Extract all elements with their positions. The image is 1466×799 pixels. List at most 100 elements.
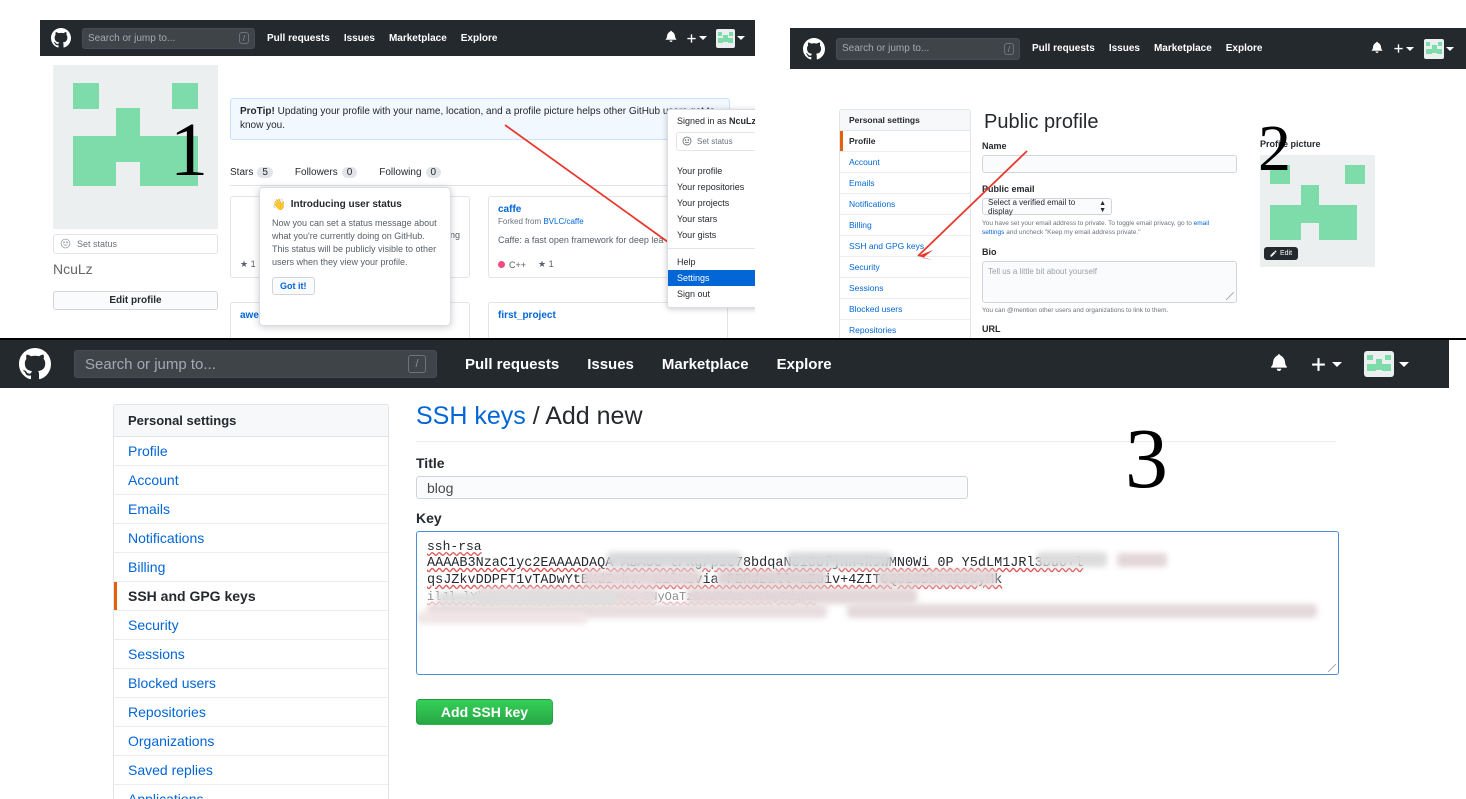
page-title: Public profile [984, 111, 1099, 133]
sidebar-item-emails[interactable]: Emails [840, 173, 970, 194]
avatar-identicon[interactable] [1364, 351, 1409, 377]
nav-marketplace[interactable]: Marketplace [662, 356, 749, 373]
sidebar-item-notifications[interactable]: Notifications [840, 194, 970, 215]
panel-public-profile-settings: Search or jump to... / Pull requests Iss… [790, 28, 1466, 338]
select-arrows-icon: ▲ ▼ [1099, 199, 1106, 214]
search-input[interactable]: Search or jump to... / [74, 350, 437, 378]
stat-stars[interactable]: Stars 5 [230, 167, 273, 178]
edit-avatar-button[interactable]: Edit [1264, 247, 1299, 260]
set-status-button[interactable]: Set status [53, 234, 218, 254]
nav-issues[interactable]: Issues [587, 356, 634, 373]
bell-icon[interactable] [665, 29, 677, 47]
panel-divider-top [0, 0, 1466, 20]
email-privacy-note: You have set your email address to priva… [982, 220, 1210, 236]
profile-username: NcuLz [53, 261, 93, 277]
menu-item-your-profile[interactable]: Your profile [668, 163, 755, 179]
protip-text: Updating your profile with your name, lo… [240, 106, 716, 131]
sidebar-item-blocked-users[interactable]: Blocked users [840, 299, 970, 320]
page-title-rest: / Add new [525, 402, 643, 430]
bio-textarea[interactable]: Tell us a little bit about yourself [982, 261, 1237, 303]
repo-language: C++ [498, 260, 526, 270]
profile-stats-bar: Stars 5 Followers 0 Following 0 [230, 160, 730, 186]
dropdown-set-status-button[interactable]: Set status [676, 132, 755, 151]
key-textarea[interactable]: ssh-rsa AAAAB3NzaC1yc2EAAAADAQA ABAOC tP… [416, 531, 1339, 675]
sidebar-item-account[interactable]: Account [840, 152, 970, 173]
search-input[interactable]: Search or jump to... / [82, 27, 255, 49]
search-placeholder: Search or jump to... [85, 355, 216, 373]
title-value: blog [427, 479, 454, 496]
name-field[interactable] [982, 155, 1237, 173]
menu-item-settings[interactable]: Settings [668, 270, 755, 286]
panel-profile-page: Search or jump to... / Pull requests Iss… [40, 20, 755, 338]
avatar-identicon[interactable] [1424, 38, 1454, 59]
redaction-blur [687, 588, 917, 604]
nav-pull-requests[interactable]: Pull requests [267, 33, 330, 44]
nav-marketplace[interactable]: Marketplace [389, 33, 447, 44]
sidebar-item-billing[interactable]: Billing [114, 553, 388, 582]
sidebar-item-sessions[interactable]: Sessions [840, 278, 970, 299]
add-ssh-key-button[interactable]: Add SSH key [416, 699, 553, 725]
sidebar-item-ssh-and-gpg-keys[interactable]: SSH and GPG keys [114, 582, 388, 611]
redaction-blur [787, 552, 892, 568]
user-status-popup: 👋 Introducing user status Now you can se… [259, 187, 451, 326]
public-email-select[interactable]: Select a verified email to display ▲ ▼ [982, 198, 1112, 216]
stat-followers[interactable]: Followers 0 [295, 167, 358, 178]
repo-name[interactable]: first_project [498, 310, 718, 321]
star-count: ★ 1 [240, 259, 256, 269]
nav-pull-requests[interactable]: Pull requests [1032, 43, 1095, 54]
got-it-button[interactable]: Got it! [272, 277, 315, 295]
plus-icon[interactable] [686, 33, 707, 44]
sidebar-item-saved-replies[interactable]: Saved replies [114, 756, 388, 785]
sidebar-item-organizations[interactable]: Organizations [114, 727, 388, 756]
stat-following[interactable]: Following 0 [379, 167, 442, 178]
nav-explore[interactable]: Explore [1226, 43, 1263, 54]
plus-icon[interactable] [1393, 43, 1414, 54]
nav-issues[interactable]: Issues [344, 33, 375, 44]
pencil-icon [1270, 250, 1277, 257]
avatar-identicon[interactable] [716, 28, 745, 48]
plus-icon[interactable] [1310, 356, 1342, 373]
sidebar-item-emails[interactable]: Emails [114, 495, 388, 524]
resize-grip-icon[interactable] [1226, 292, 1234, 300]
sidebar-item-ssh-and-gpg-keys[interactable]: SSH and GPG keys [840, 236, 970, 257]
sidebar-item-blocked-users[interactable]: Blocked users [114, 669, 388, 698]
github-logo-icon[interactable] [18, 347, 52, 381]
nav-explore[interactable]: Explore [777, 356, 832, 373]
nav-issues[interactable]: Issues [1109, 43, 1140, 54]
sidebar-item-applications[interactable]: Applications [114, 785, 388, 799]
sidebar-item-repositories[interactable]: Repositories [114, 698, 388, 727]
redaction-blur [1117, 553, 1167, 567]
sidebar-item-billing[interactable]: Billing [840, 215, 970, 236]
search-input[interactable]: Search or jump to... / [836, 37, 1020, 60]
sidebar-item-notifications[interactable]: Notifications [114, 524, 388, 553]
redaction-blur [607, 552, 742, 568]
edit-profile-button[interactable]: Edit profile [53, 291, 218, 310]
menu-item-your-stars[interactable]: Your stars [668, 211, 755, 227]
chevron-down-icon [699, 36, 707, 40]
bell-icon[interactable] [1371, 40, 1383, 58]
sidebar-item-profile[interactable]: Profile [840, 131, 970, 152]
nav-marketplace[interactable]: Marketplace [1154, 43, 1212, 54]
menu-item-help[interactable]: Help [668, 254, 755, 270]
github-logo-icon[interactable] [802, 37, 826, 61]
nav-pull-requests[interactable]: Pull requests [465, 356, 559, 373]
github-logo-icon[interactable] [50, 27, 72, 49]
sidebar-item-security[interactable]: Security [114, 611, 388, 640]
bell-icon[interactable] [1270, 353, 1288, 376]
title-input[interactable]: blog [416, 476, 968, 499]
public-email-label: Public email [982, 184, 1035, 194]
menu-item-your-gists[interactable]: Your gists [668, 227, 755, 243]
sidebar-item-profile[interactable]: Profile [114, 437, 388, 466]
protip-banner: ProTip! Updating your profile with your … [230, 98, 730, 140]
repo-meta: C++ ★ 1 [498, 259, 554, 270]
menu-item-your-projects[interactable]: Your projects [668, 195, 755, 211]
sidebar-item-repositories[interactable]: Repositories [840, 320, 970, 338]
resize-grip-icon[interactable] [1328, 664, 1336, 672]
ssh-keys-link[interactable]: SSH keys [416, 402, 526, 430]
menu-item-sign-out[interactable]: Sign out [668, 286, 755, 302]
sidebar-item-account[interactable]: Account [114, 466, 388, 495]
sidebar-item-security[interactable]: Security [840, 257, 970, 278]
nav-explore[interactable]: Explore [461, 33, 498, 44]
menu-item-your-repositories[interactable]: Your repositories [668, 179, 755, 195]
sidebar-item-sessions[interactable]: Sessions [114, 640, 388, 669]
